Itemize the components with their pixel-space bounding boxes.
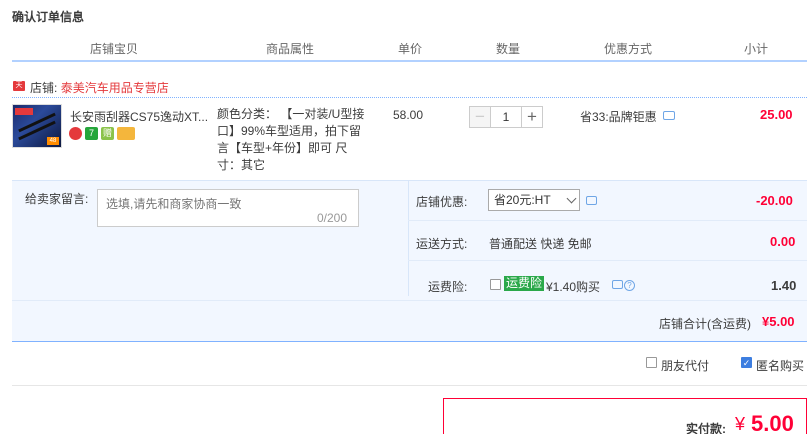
column-header-price: 单价 [397, 42, 422, 56]
shop-coupon-value: 省20元:HT [494, 193, 551, 207]
quantity-minus-button[interactable]: − [469, 106, 491, 128]
product-name-link[interactable]: 长安雨刮器CS75逸动XT... [70, 108, 215, 125]
chevron-down-icon [566, 193, 577, 204]
seven-day-return-icon[interactable]: 7 [85, 126, 98, 140]
guarantee-icon[interactable] [69, 126, 82, 140]
unit-price: 58.00 [393, 108, 424, 122]
options-divider [12, 385, 807, 386]
friend-pay-label[interactable]: 朋友代付 [661, 357, 709, 374]
shop-coupon-select[interactable]: 省20元:HT [488, 189, 580, 211]
payment-label: 实付款: [686, 422, 726, 434]
product-thumbnail[interactable]: 48 [12, 104, 62, 148]
product-attributes: 颜色分类： 【一对装/U型接口】99%车型适用，拍下留言【车型+年份】即可 尺寸… [217, 107, 365, 172]
promotion-text: 省33:品牌钜惠 [580, 110, 657, 124]
message-label: 给卖家留言: [25, 192, 89, 206]
row-divider [12, 300, 807, 301]
column-header-subtotal: 小计 [743, 42, 768, 56]
shop-name-link[interactable]: 泰美汽车用品专营店 [61, 81, 169, 95]
item-subtotal: 25.00 [760, 107, 793, 122]
message-counter: 0/200 [317, 211, 348, 225]
card-icon[interactable] [117, 126, 135, 140]
payment-currency: ¥ [735, 414, 746, 434]
shop-discount-amount: -20.00 [756, 193, 793, 208]
gift-icon[interactable]: 赠 [101, 126, 114, 140]
shop-label: 店铺: [30, 81, 58, 95]
shop-total-amount: ¥5.00 [762, 314, 795, 329]
insurance-checkbox[interactable] [490, 279, 501, 290]
chat-icon[interactable] [586, 196, 597, 205]
insurance-label: 运费险: [428, 280, 468, 294]
shop-discount-label: 店铺优惠: [416, 195, 468, 209]
payment-amount: 5.00 [751, 411, 794, 434]
row-divider [408, 260, 807, 261]
shipping-amount: 0.00 [770, 234, 796, 249]
quantity-stepper: − + [469, 106, 543, 128]
column-header-quantity: 数量 [495, 42, 520, 56]
shipping-label: 运送方式: [416, 237, 468, 251]
insurance-amount: 1.40 [771, 278, 797, 293]
quantity-plus-button[interactable]: + [521, 106, 543, 128]
page-title: 确认订单信息 [12, 10, 85, 24]
shipping-method: 普通配送 快递 免邮 [489, 237, 592, 251]
panel-divider [408, 181, 409, 296]
anonymous-label[interactable]: 匿名购买 [756, 357, 804, 374]
header-divider [12, 60, 807, 62]
column-header-promotion: 优惠方式 [603, 42, 652, 56]
shop-row: 店铺: 泰美汽车用品专营店 [30, 79, 169, 96]
column-header-attributes: 商品属性 [265, 42, 314, 56]
shop-total-label: 店铺合计(含运费) [659, 317, 751, 331]
insurance-price: ¥1.40购买 [546, 280, 601, 294]
quantity-input[interactable] [491, 106, 521, 128]
row-divider [408, 220, 807, 221]
tmall-shop-icon: 天猫 [13, 81, 25, 99]
thumbnail-number: 48 [47, 137, 59, 145]
column-header-shop-item: 店铺宝贝 [89, 42, 138, 56]
friend-pay-checkbox[interactable] [646, 357, 657, 368]
chat-icon[interactable] [612, 280, 623, 289]
question-icon[interactable]: ? [624, 280, 635, 291]
chat-icon[interactable] [663, 111, 675, 120]
insurance-tag: 运费险 [504, 276, 545, 291]
anonymous-checkbox[interactable]: ✓ [741, 357, 752, 368]
service-icons: 7 赠 [69, 126, 135, 140]
shop-divider [12, 97, 807, 98]
